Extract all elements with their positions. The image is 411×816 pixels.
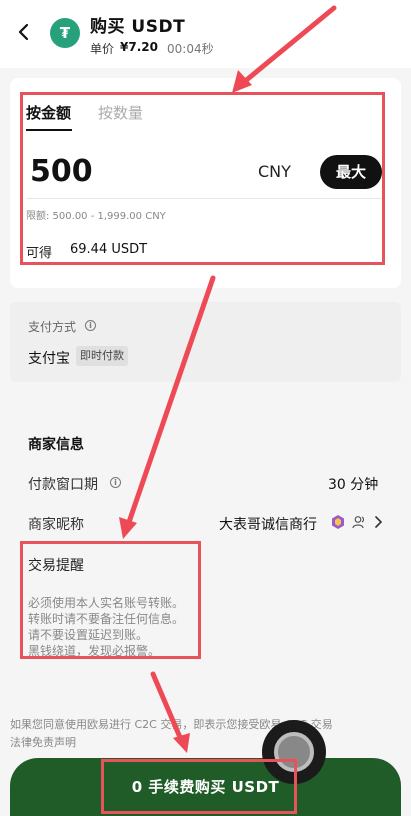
payment-card[interactable] [10,302,401,382]
payment-method-value: 支付宝 [28,351,70,367]
countdown-timer: 00:04秒 [167,42,214,56]
header: ₮ 购买 USDT 单价 ¥7.20 00:04秒 [0,0,411,68]
annotation-arrowhead [119,517,137,539]
person-icon[interactable] [352,515,366,529]
back-arrow-icon[interactable] [14,20,34,44]
disclaimer-link[interactable]: 法律免责声明 [10,734,76,750]
tether-logo-icon: ₮ [50,18,80,48]
payment-method-label: 支付方式 [28,320,77,334]
highlight-box-amount [20,92,385,265]
chevron-right-icon[interactable] [373,515,383,529]
unit-price-label: 单价 [90,42,115,56]
merchant-nickname-value[interactable]: 大表哥诚信商行 [219,514,317,534]
merchant-nickname-label: 商家昵称 [28,517,84,533]
merchant-badge-icon [332,515,344,529]
payment-window-label: 付款窗口期 [28,477,98,493]
page-title: 购买 USDT [90,17,186,37]
merchant-info-title: 商家信息 [28,437,84,453]
highlight-box-buy [101,759,297,814]
info-icon[interactable]: i [85,320,96,331]
instant-payment-badge: 即时付款 [76,346,128,366]
annotation-arrowhead [173,733,190,753]
info-icon[interactable]: i [110,477,121,488]
highlight-box-reminder [20,541,201,659]
unit-price-value: ¥7.20 [120,40,158,54]
payment-window-value: 30 分钟 [328,477,379,493]
tether-logo-glyph: ₮ [59,24,71,42]
